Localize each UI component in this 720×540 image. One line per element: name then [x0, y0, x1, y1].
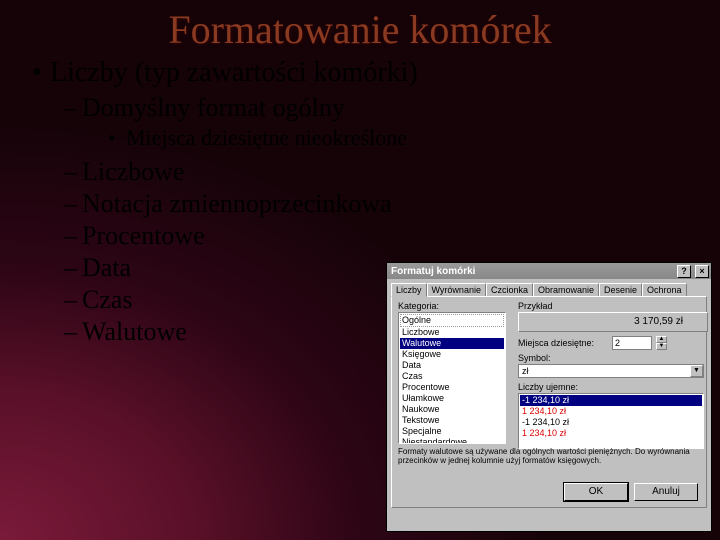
- symbol-value: zł: [519, 366, 690, 376]
- list-item[interactable]: Specjalne: [400, 426, 504, 437]
- cancel-button[interactable]: Anuluj: [634, 483, 698, 501]
- preview-box: 3 170,59 zł: [518, 312, 708, 332]
- bullet-lvl2: –Liczbowe: [64, 157, 696, 187]
- decimals-input[interactable]: 2: [612, 336, 652, 350]
- list-item[interactable]: 1 234,10 zł: [520, 406, 702, 417]
- tab-panel: Kategoria: Ogólne Liczbowe Walutowe Księ…: [391, 296, 707, 508]
- bullet-lvl1: •Liczby (typ zawartości komórki): [32, 57, 696, 89]
- tab-protection[interactable]: Ochrona: [642, 283, 687, 296]
- list-item[interactable]: Niestandardowe: [400, 437, 504, 444]
- list-item[interactable]: Liczbowe: [400, 327, 504, 338]
- spin-up-icon[interactable]: ▲: [656, 336, 667, 343]
- symbol-combo[interactable]: zł ▼: [518, 364, 704, 378]
- list-item[interactable]: -1 234,10 zł: [520, 395, 702, 406]
- help-button[interactable]: ?: [677, 265, 691, 278]
- list-item[interactable]: Księgowe: [400, 349, 504, 360]
- tab-alignment[interactable]: Wyrównanie: [427, 283, 486, 296]
- bullet-lvl2: –Notacja zmiennoprzecinkowa: [64, 189, 696, 219]
- tab-font[interactable]: Czcionka: [486, 283, 533, 296]
- category-label: Kategoria:: [398, 301, 508, 311]
- negative-label: Liczby ujemne:: [518, 382, 700, 392]
- list-item[interactable]: Walutowe: [400, 338, 504, 349]
- ok-button[interactable]: OK: [564, 483, 628, 501]
- format-cells-dialog: Formatuj komórki ? × Liczby Wyrównanie C…: [386, 262, 712, 532]
- list-item[interactable]: Czas: [400, 371, 504, 382]
- tab-patterns[interactable]: Desenie: [599, 283, 642, 296]
- decimals-label: Miejsca dziesiętne:: [518, 338, 608, 348]
- list-item[interactable]: Tekstowe: [400, 415, 504, 426]
- tab-border[interactable]: Obramowanie: [533, 283, 599, 296]
- list-item[interactable]: 1 234,10 zł: [520, 428, 702, 439]
- category-listbox[interactable]: Ogólne Liczbowe Walutowe Księgowe Data C…: [398, 312, 506, 444]
- tab-strip: Liczby Wyrównanie Czcionka Obramowanie D…: [387, 279, 711, 296]
- slide-title: Formatowanie komórek: [0, 0, 720, 53]
- list-item[interactable]: Ułamkowe: [400, 393, 504, 404]
- chevron-down-icon[interactable]: ▼: [690, 365, 703, 377]
- negative-listbox[interactable]: -1 234,10 zł 1 234,10 zł -1 234,10 zł 1 …: [518, 393, 704, 449]
- list-item[interactable]: Ogólne: [400, 314, 504, 327]
- preview-label: Przykład: [518, 301, 700, 311]
- tab-numbers[interactable]: Liczby: [391, 283, 427, 297]
- list-item[interactable]: Procentowe: [400, 382, 504, 393]
- decimals-spinner[interactable]: ▲▼: [656, 336, 667, 350]
- list-item[interactable]: Data: [400, 360, 504, 371]
- symbol-label: Symbol:: [518, 353, 700, 363]
- format-note: Formaty walutowe są używane dla ogólnych…: [398, 447, 700, 465]
- bullet-lvl3: •Miejsca dziesiętne nieokreślone: [108, 125, 696, 151]
- dialog-titlebar: Formatuj komórki ? ×: [387, 263, 711, 279]
- spin-down-icon[interactable]: ▼: [656, 343, 667, 350]
- list-item[interactable]: Naukowe: [400, 404, 504, 415]
- dialog-title: Formatuj komórki: [391, 266, 673, 277]
- list-item[interactable]: -1 234,10 zł: [520, 417, 702, 428]
- close-button[interactable]: ×: [695, 265, 709, 278]
- bullet-lvl2: –Procentowe: [64, 221, 696, 251]
- bullet-lvl2: –Domyślny format ogólny: [64, 93, 696, 123]
